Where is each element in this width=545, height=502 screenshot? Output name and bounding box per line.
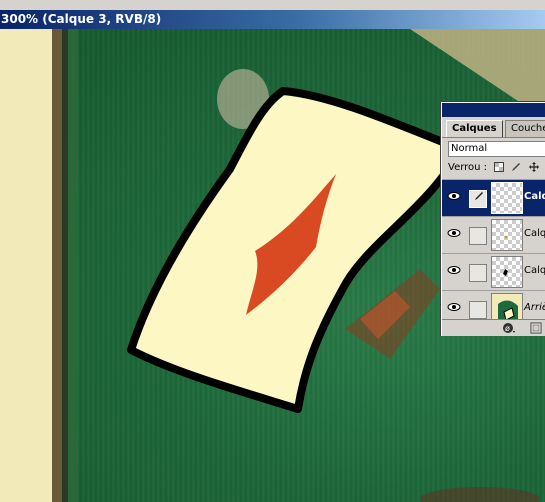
visibility-eye-icon[interactable]	[447, 302, 461, 314]
link-toggle-box[interactable]	[469, 227, 487, 245]
layer-name: Calq	[524, 265, 545, 276]
blend-mode-select[interactable]: Normal	[448, 141, 545, 157]
app-menu-strip	[0, 0, 545, 10]
paintbrush-icon[interactable]	[469, 190, 487, 208]
lock-move-icon[interactable]	[528, 162, 539, 172]
lock-paint-icon[interactable]	[511, 162, 521, 172]
new-layer-icon[interactable]	[530, 322, 542, 336]
layer-name: Arriè	[524, 302, 545, 313]
layer-effects-icon[interactable]: ø	[502, 322, 516, 336]
layers-palette[interactable]: Calques Couche Normal Verrou : Calq	[441, 102, 545, 336]
layer-row[interactable]: Calq	[442, 180, 545, 217]
visibility-eye-icon[interactable]	[447, 265, 461, 277]
layer-thumbnail	[491, 219, 523, 251]
layer-row[interactable]: Calq	[442, 217, 545, 254]
lock-row: Verrou :	[442, 157, 545, 180]
visibility-eye-icon[interactable]	[447, 191, 461, 203]
tab-couches[interactable]: Couche	[505, 120, 545, 137]
table-edge	[52, 29, 62, 502]
document-title: 300% (Calque 3, RVB/8)	[1, 12, 162, 26]
svg-text:ø: ø	[505, 324, 510, 333]
layer-thumbnail	[491, 182, 523, 214]
lock-transparency-icon[interactable]	[494, 162, 505, 172]
layer-name: Calq	[524, 191, 545, 202]
layer-name: Calq	[524, 228, 545, 239]
link-toggle-box[interactable]	[469, 264, 487, 282]
table-edge-shadow	[62, 29, 68, 502]
lock-label: Verrou :	[448, 162, 488, 173]
visibility-eye-icon[interactable]	[447, 228, 461, 240]
palette-title-bar[interactable]	[442, 103, 545, 117]
link-toggle-box[interactable]	[469, 301, 487, 319]
tab-calques[interactable]: Calques	[446, 120, 503, 137]
layer-thumbnail	[491, 256, 523, 288]
document-title-bar[interactable]: 300% (Calque 3, RVB/8)	[0, 10, 545, 29]
cream-border	[0, 29, 52, 502]
palette-footer: ø	[442, 319, 545, 336]
palette-tabs: Calques Couche	[442, 117, 545, 138]
layer-row[interactable]: Calq	[442, 254, 545, 291]
